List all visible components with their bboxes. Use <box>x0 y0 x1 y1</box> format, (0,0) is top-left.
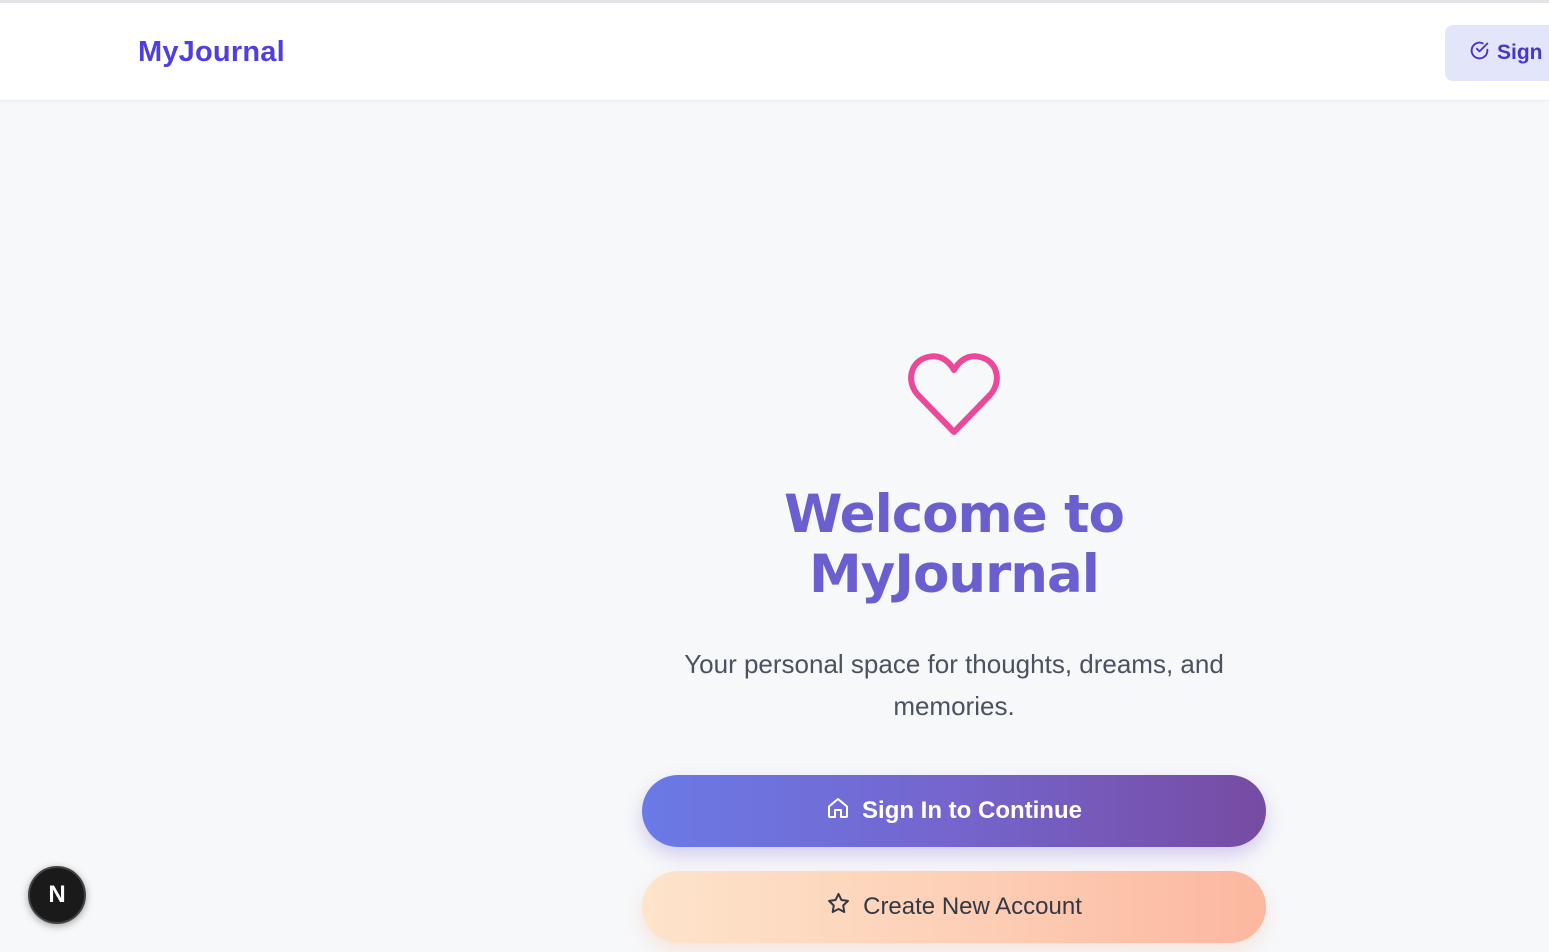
dev-badge-letter: N <box>48 881 66 908</box>
create-account-label: Create New Account <box>863 893 1082 920</box>
nextjs-dev-indicator[interactable]: N <box>28 866 86 924</box>
heart-icon <box>906 349 1002 439</box>
signin-continue-label: Sign In to Continue <box>862 797 1082 824</box>
check-circle-icon <box>1469 40 1497 67</box>
page-subtitle: Your personal space for thoughts, dreams… <box>644 643 1264 727</box>
subtitle-line-1: Your personal space for thoughts, dreams… <box>684 649 1224 679</box>
navbar: MyJournal Sign In <box>0 3 1549 101</box>
home-icon <box>826 796 862 827</box>
title-line-1: Welcome to <box>784 484 1125 545</box>
nav-signin-button[interactable]: Sign In <box>1445 25 1549 81</box>
star-icon <box>826 891 863 923</box>
title-line-2: MyJournal <box>809 544 1100 605</box>
create-account-button[interactable]: Create New Account <box>642 871 1266 943</box>
signin-continue-button[interactable]: Sign In to Continue <box>642 775 1266 847</box>
brand-logo-link[interactable]: MyJournal <box>138 34 285 70</box>
nav-signin-label: Sign In <box>1497 41 1549 64</box>
hero-section: Welcome to MyJournal Your personal space… <box>0 101 1549 952</box>
subtitle-line-2: memories. <box>893 691 1015 721</box>
page-title: Welcome to MyJournal <box>654 485 1254 605</box>
